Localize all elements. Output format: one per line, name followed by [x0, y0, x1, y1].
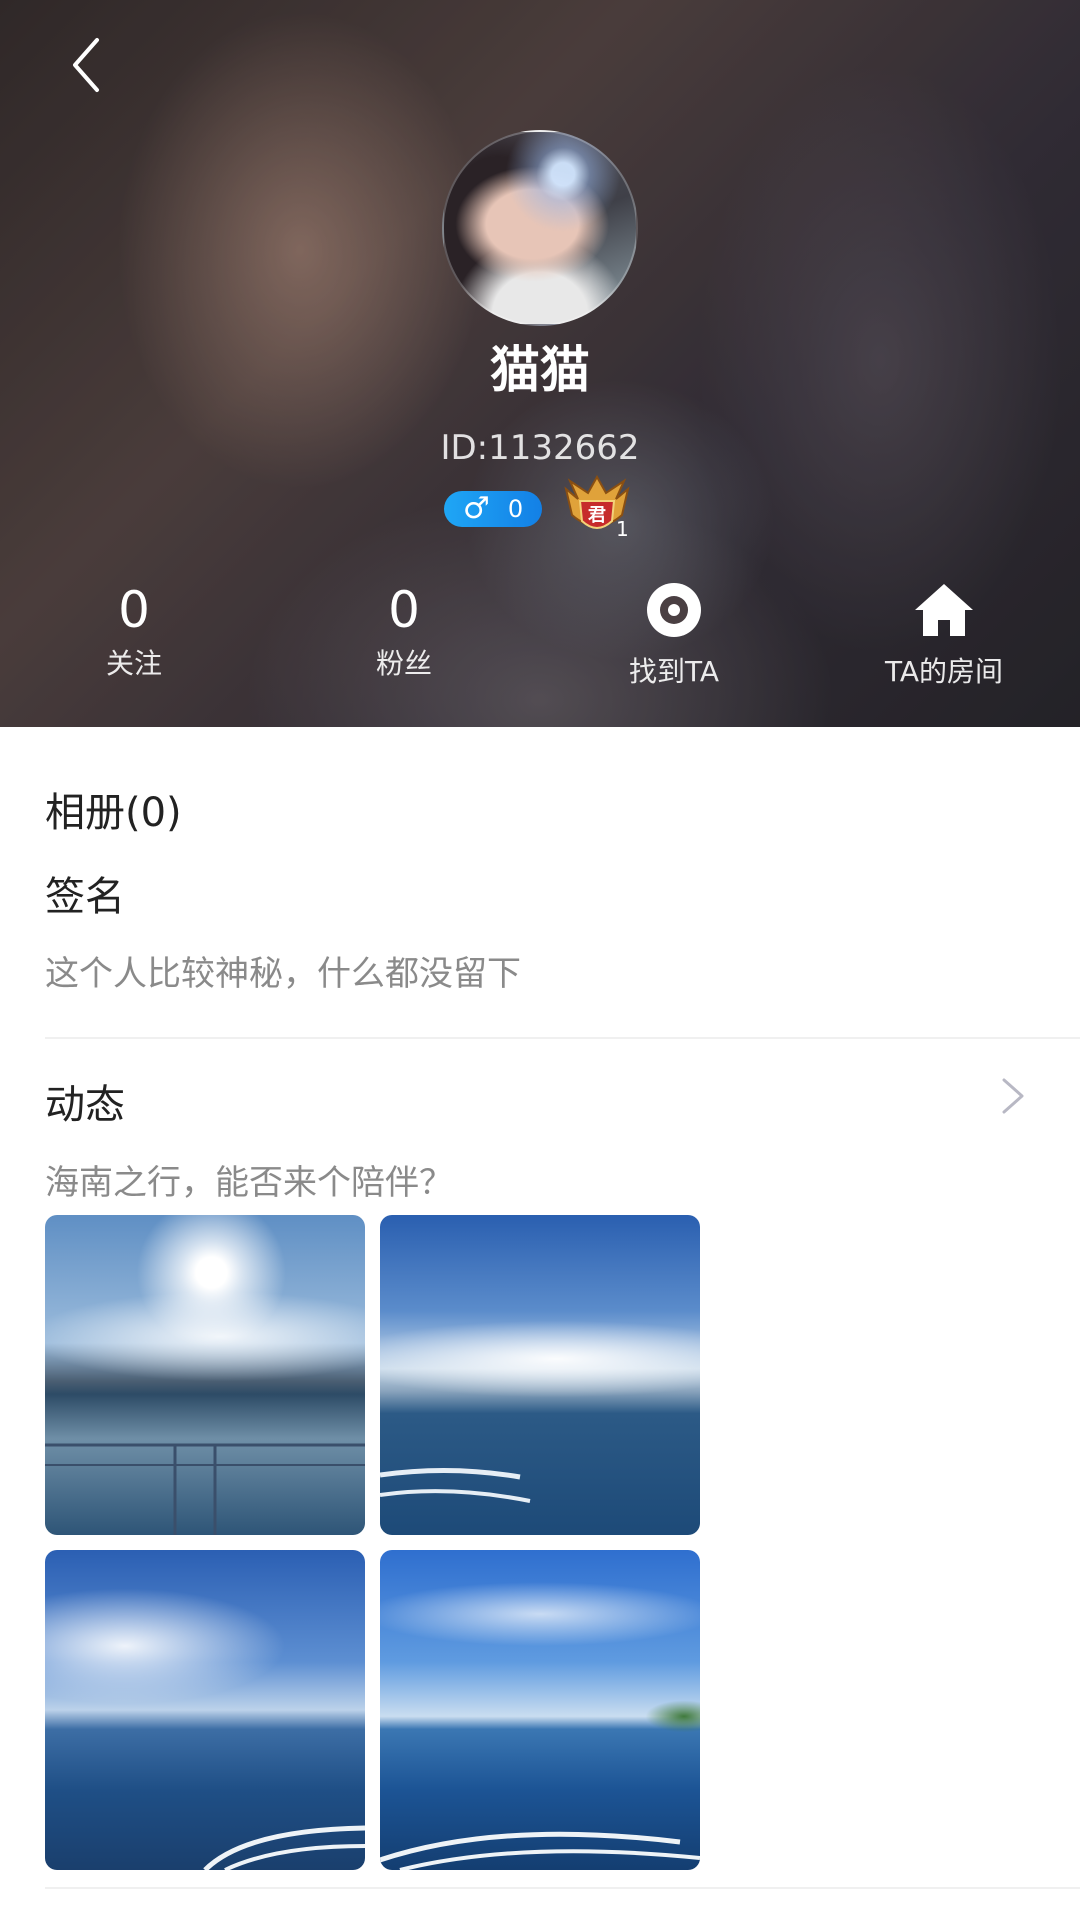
divider	[45, 1037, 1080, 1039]
album-title[interactable]: 相册(0)	[45, 780, 182, 838]
fans-count: 0	[388, 581, 420, 639]
divider	[45, 1887, 1080, 1889]
post-text: 海南之行，能否来个陪伴？	[45, 1163, 453, 1203]
ta-room-label: TA的房间	[884, 655, 1004, 688]
user-id: ID:1132662	[440, 428, 640, 468]
chevron-left-icon	[73, 38, 99, 92]
gender-badge-value: 0	[507, 495, 524, 523]
chevron-right-icon[interactable]	[998, 1076, 1028, 1116]
following-count: 0	[118, 581, 150, 639]
male-icon: ♂	[462, 491, 490, 526]
post-photo-4[interactable]	[380, 1550, 700, 1870]
railing-graphic	[45, 1443, 365, 1535]
railing-graphic	[380, 1467, 531, 1503]
following-stat[interactable]: 0 关注	[34, 580, 234, 682]
fans-stat[interactable]: 0 粉丝	[304, 580, 504, 682]
signature-title: 签名	[45, 874, 125, 920]
nickname: 猫猫	[490, 341, 590, 399]
target-icon	[647, 583, 701, 637]
fans-label: 粉丝	[375, 647, 432, 680]
following-label: 关注	[105, 647, 162, 680]
railing-graphic	[203, 1825, 365, 1870]
signature-text: 这个人比较神秘，什么都没留下	[45, 954, 521, 994]
moments-title[interactable]: 动态	[45, 1072, 125, 1130]
find-ta-button[interactable]: 找到TA	[574, 580, 774, 690]
post-photo-2[interactable]	[380, 1215, 700, 1535]
badges-row: ♂ 0 君 1	[0, 475, 1080, 545]
back-button[interactable]	[52, 30, 122, 100]
profile-header: 猫猫 ID:1132662 ♂ 0 君 1 0 关注 0 粉丝 找到TA TA的…	[0, 0, 1080, 727]
home-icon	[915, 584, 973, 636]
level-badge-char: 君	[588, 505, 606, 526]
level-value: 1	[616, 517, 629, 541]
post-photo-3[interactable]	[45, 1550, 365, 1870]
ta-room-button[interactable]: TA的房间	[844, 580, 1044, 690]
stats-row: 0 关注 0 粉丝 找到TA TA的房间	[0, 580, 1080, 710]
gender-badge: ♂ 0	[444, 491, 542, 527]
post-photo-1[interactable]	[45, 1215, 365, 1535]
find-ta-label: 找到TA	[628, 655, 720, 688]
avatar[interactable]	[442, 130, 638, 326]
railing-graphic	[380, 1831, 700, 1870]
